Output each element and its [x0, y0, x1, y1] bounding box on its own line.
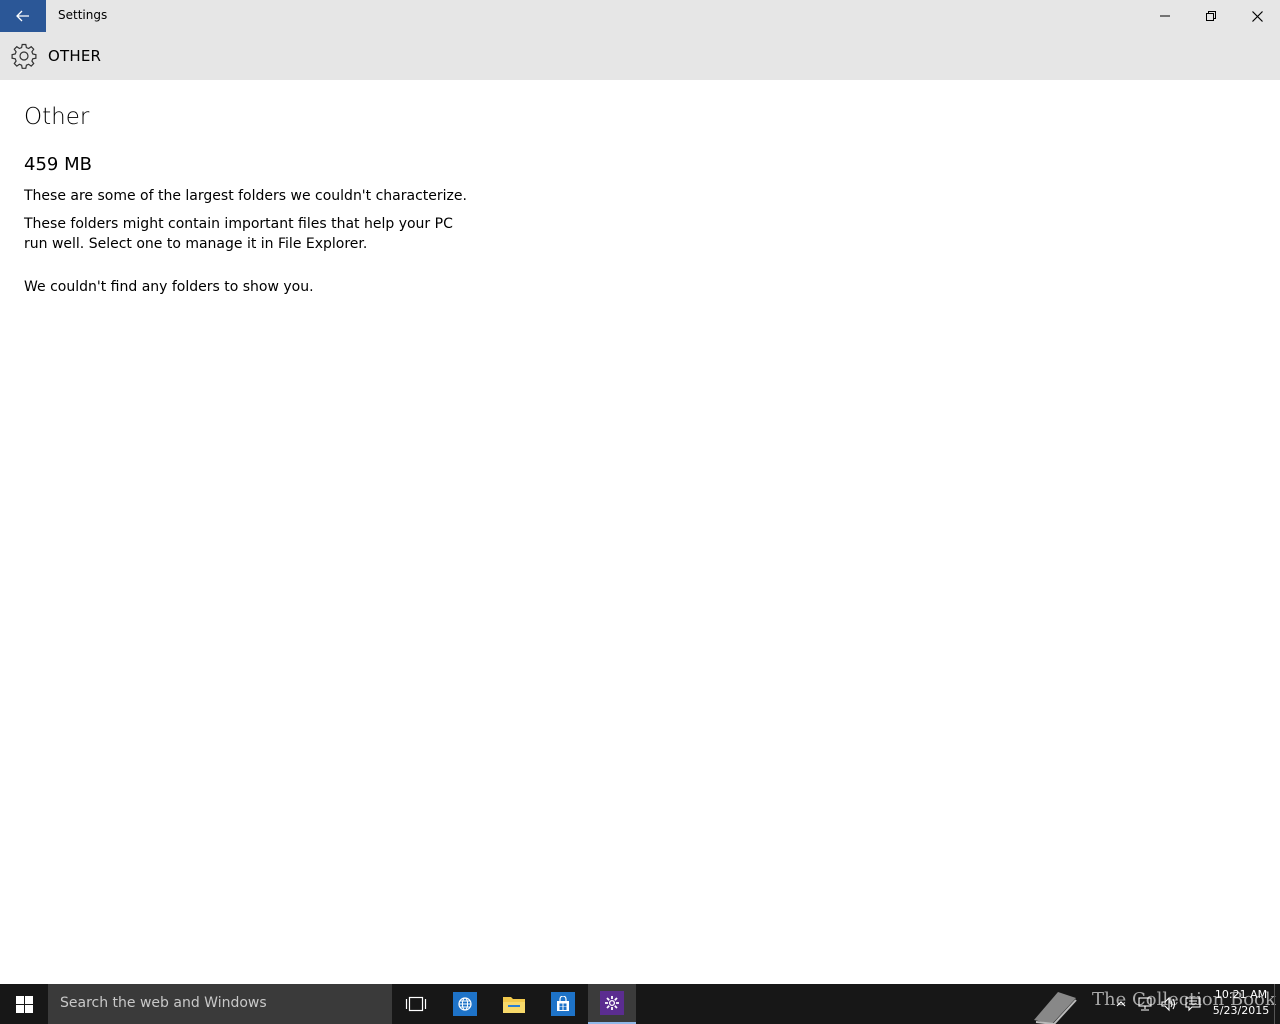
settings-icon	[605, 996, 619, 1010]
minimize-button[interactable]	[1142, 0, 1188, 32]
system-clock[interactable]: 10:21 AM 5/23/2015	[1210, 987, 1272, 1019]
section-title: OTHER	[48, 47, 102, 65]
clock-time: 10:21 AM	[1214, 988, 1268, 1001]
internet-explorer-button[interactable]	[441, 984, 489, 1024]
network-icon[interactable]	[1136, 996, 1154, 1012]
file-explorer-icon	[503, 997, 525, 1013]
back-button[interactable]	[0, 0, 46, 32]
task-view-icon	[405, 996, 427, 1012]
store-button[interactable]	[539, 984, 587, 1024]
file-explorer-button[interactable]	[490, 984, 538, 1024]
settings-taskbar-button[interactable]	[588, 984, 636, 1024]
show-desktop-button[interactable]	[1274, 984, 1280, 1024]
task-view-button[interactable]	[392, 984, 440, 1024]
storage-size: 459 MB	[24, 154, 92, 175]
close-icon	[1251, 10, 1263, 22]
clock-date: 5/23/2015	[1212, 1004, 1270, 1017]
search-input[interactable]: Search the web and Windows	[48, 984, 392, 1024]
empty-state-message: We couldn't find any folders to show you…	[24, 279, 314, 295]
page-title: Other	[24, 104, 90, 130]
internet-explorer-icon	[458, 997, 472, 1011]
volume-icon[interactable]	[1160, 996, 1178, 1012]
book-logo-icon	[1034, 992, 1077, 1024]
chevron-up-icon[interactable]	[1112, 996, 1130, 1012]
search-placeholder: Search the web and Windows	[60, 995, 267, 1011]
start-button[interactable]	[0, 984, 48, 1024]
window-title: Settings	[58, 8, 108, 22]
restore-icon	[1206, 11, 1216, 21]
title-bar: Settings	[0, 0, 1280, 32]
store-icon	[557, 996, 569, 1011]
taskbar: Search the web and Windows The Collectio…	[0, 984, 1280, 1024]
windows-start-icon	[15, 995, 33, 1013]
gear-icon	[11, 43, 37, 69]
page-header: OTHER	[0, 32, 1280, 80]
description-text: These are some of the largest folders we…	[24, 188, 467, 204]
help-text: These folders might contain important fi…	[24, 216, 453, 252]
action-center-icon[interactable]	[1184, 996, 1202, 1012]
minimize-icon	[1160, 15, 1170, 17]
close-button[interactable]	[1234, 0, 1280, 32]
back-arrow-icon	[16, 10, 29, 22]
restore-button[interactable]	[1188, 0, 1234, 32]
